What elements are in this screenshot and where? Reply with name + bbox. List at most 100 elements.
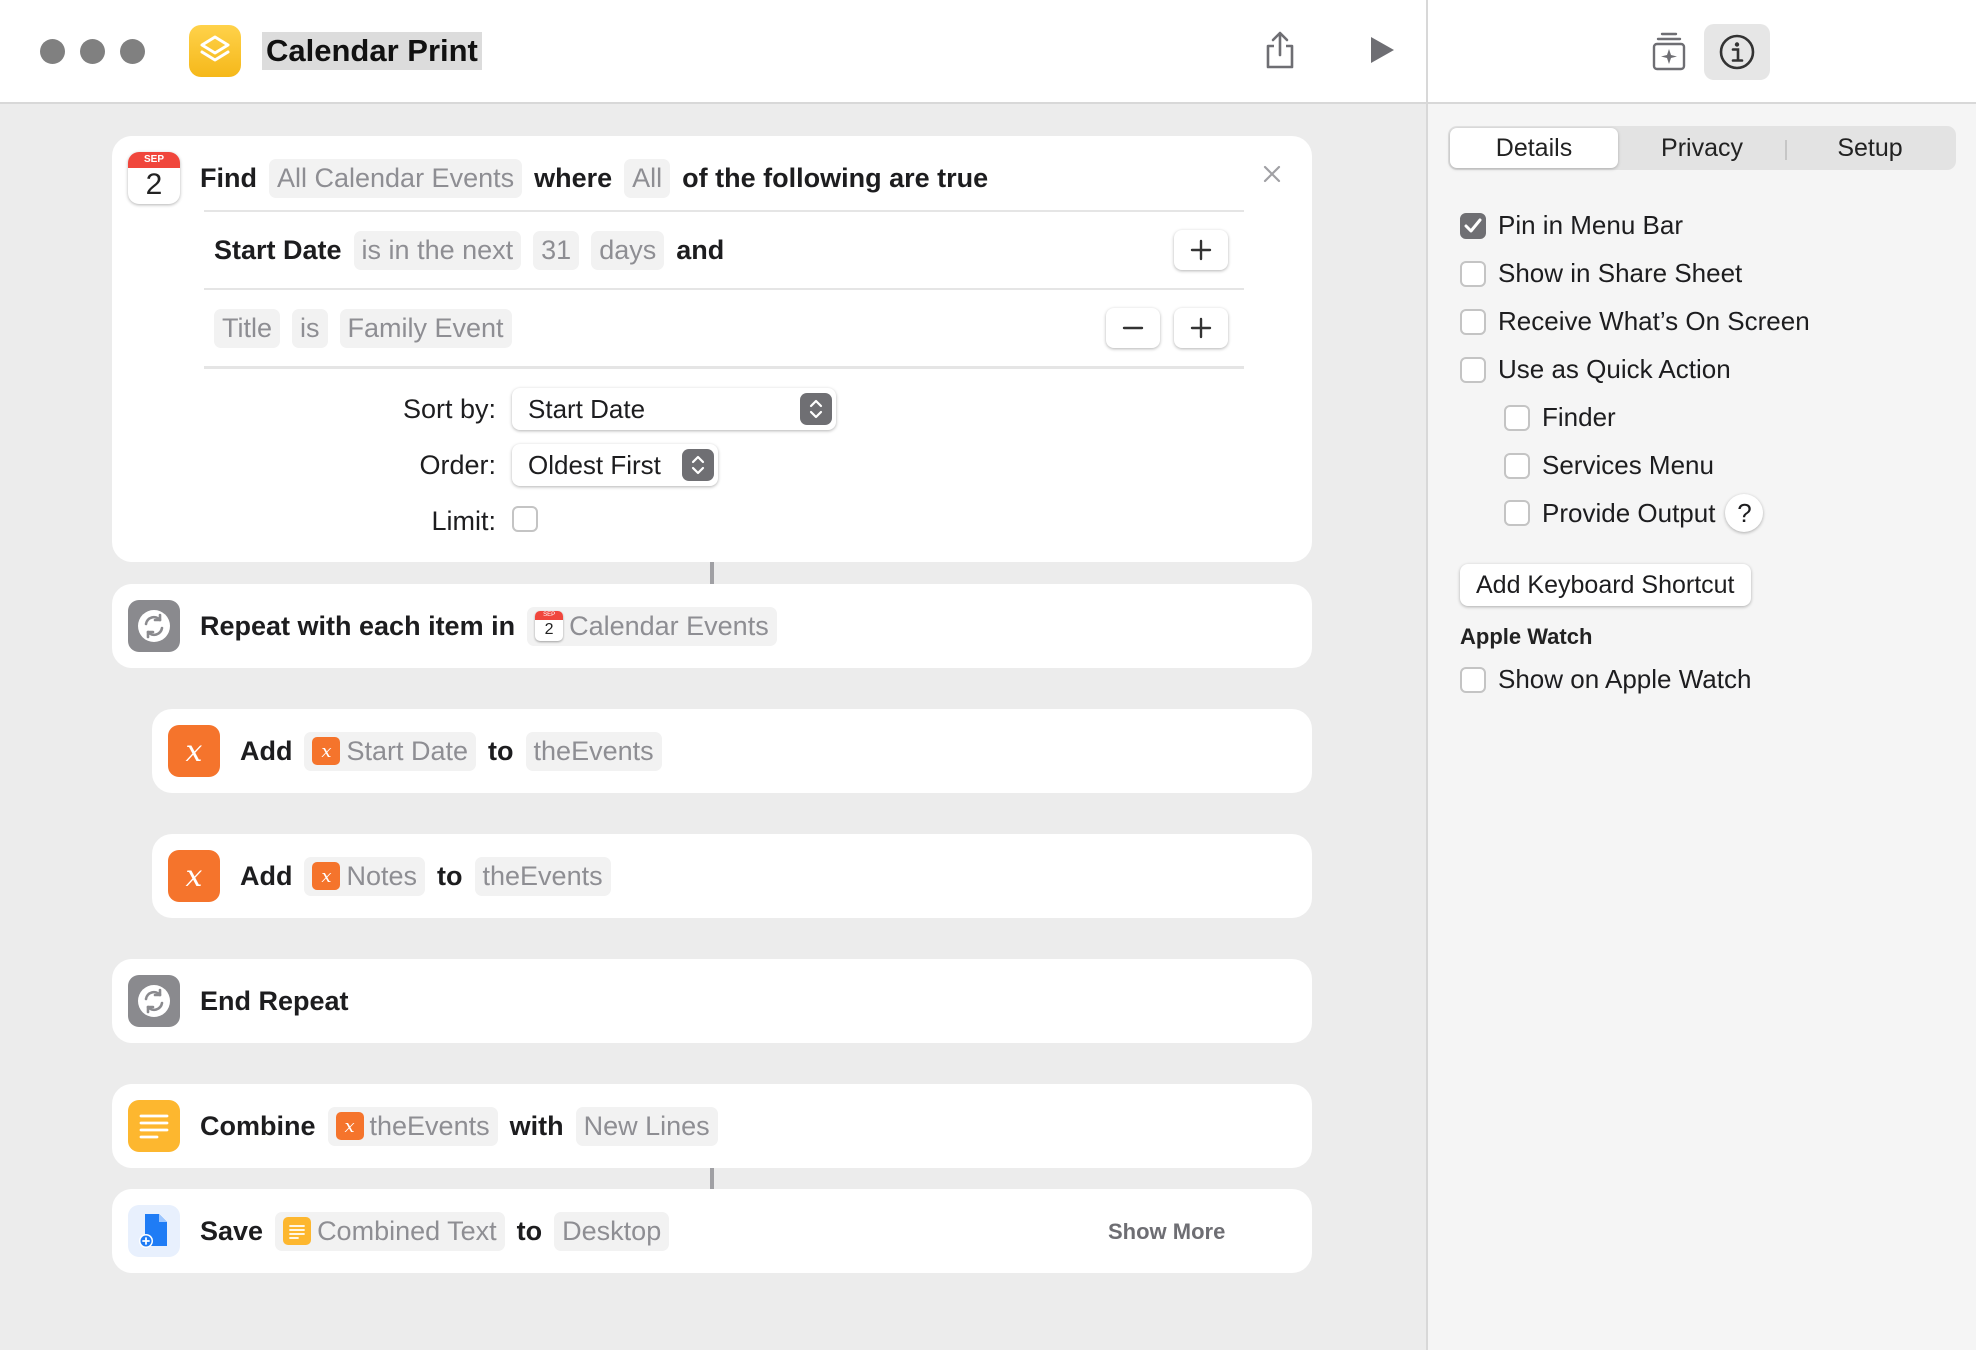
text-lines-icon bbox=[128, 1100, 180, 1152]
the-events-target[interactable]: theEvents bbox=[525, 731, 662, 771]
filter-row-2: Title is Family Event bbox=[214, 306, 524, 350]
repeat-row: Repeat with each item in SEP 2 Calendar … bbox=[200, 604, 789, 648]
checkbox[interactable] bbox=[1460, 356, 1486, 383]
add-action-icon bbox=[1652, 32, 1686, 71]
save-row: Save Combined Text to Desktop bbox=[200, 1209, 681, 1253]
share-icon bbox=[1266, 31, 1294, 69]
receive-whats-on-screen-option[interactable]: Receive What’s On Screen bbox=[1460, 306, 1810, 337]
order-popup[interactable]: Oldest First bbox=[512, 444, 718, 486]
add-to-variable-action-1[interactable]: x Add x Start Date to theEvents bbox=[152, 709, 1312, 793]
variable-icon: x bbox=[335, 1112, 364, 1140]
play-icon bbox=[1371, 37, 1394, 63]
limit-checkbox[interactable] bbox=[512, 506, 538, 532]
notes-variable[interactable]: x Notes bbox=[304, 856, 426, 896]
info-icon bbox=[1719, 34, 1755, 70]
the-events-variable[interactable]: x theEvents bbox=[327, 1106, 498, 1146]
operator-token[interactable]: is bbox=[292, 308, 328, 348]
tab-details[interactable]: Details bbox=[1450, 128, 1618, 168]
variable-icon: x bbox=[312, 862, 341, 890]
calendar-icon: SEP 2 bbox=[128, 152, 180, 204]
start-date-variable[interactable]: x Start Date bbox=[304, 731, 477, 771]
field-token[interactable]: Title bbox=[214, 308, 281, 348]
destination-token[interactable]: Desktop bbox=[554, 1211, 670, 1251]
checkmark-icon bbox=[1464, 218, 1482, 232]
save-document-icon bbox=[128, 1205, 180, 1257]
end-repeat-row: End Repeat bbox=[200, 985, 349, 1016]
finder-option[interactable]: Finder bbox=[1504, 402, 1616, 433]
add-keyboard-shortcut-button[interactable]: Add Keyboard Shortcut bbox=[1460, 564, 1751, 606]
checkbox[interactable] bbox=[1460, 308, 1486, 335]
chevron-updown-icon bbox=[682, 449, 714, 481]
checkbox[interactable] bbox=[1460, 666, 1486, 693]
tab-setup[interactable]: Setup bbox=[1786, 128, 1954, 168]
info-button[interactable] bbox=[1704, 24, 1770, 80]
save-file-action[interactable]: Save Combined Text to Desktop Show More bbox=[112, 1189, 1312, 1273]
add-row-1: Add x Start Date to theEvents bbox=[240, 729, 674, 773]
show-in-share-sheet-option[interactable]: Show in Share Sheet bbox=[1460, 258, 1742, 289]
combine-row: Combine x theEvents with New Lines bbox=[200, 1104, 730, 1148]
checkbox[interactable] bbox=[1504, 404, 1530, 431]
sidebar-toolbar bbox=[1426, 0, 1976, 104]
pin-in-menu-bar-option[interactable]: Pin in Menu Bar bbox=[1460, 210, 1683, 241]
remove-filter-button[interactable] bbox=[1106, 308, 1160, 348]
add-to-variable-action-2[interactable]: x Add x Notes to theEvents bbox=[152, 834, 1312, 918]
plus-icon bbox=[1190, 317, 1212, 339]
remove-action-icon[interactable] bbox=[1262, 158, 1282, 192]
shortcuts-app-icon bbox=[189, 25, 241, 77]
operator-token[interactable]: is in the next bbox=[353, 230, 522, 270]
tab-privacy[interactable]: Privacy bbox=[1618, 128, 1787, 168]
help-button[interactable]: ? bbox=[1725, 494, 1764, 532]
text-lines-icon bbox=[283, 1217, 312, 1245]
calendar-events-variable[interactable]: SEP 2 Calendar Events bbox=[527, 606, 777, 646]
plus-icon bbox=[1190, 239, 1212, 261]
minimize-window-button[interactable] bbox=[80, 39, 105, 64]
checkbox[interactable] bbox=[1460, 260, 1486, 287]
calendar-icon: SEP 2 bbox=[535, 611, 564, 641]
variable-icon: x bbox=[312, 737, 341, 765]
checkbox[interactable] bbox=[1504, 452, 1530, 479]
find-events-action[interactable]: SEP 2 Find All Calendar Events where All… bbox=[112, 136, 1312, 562]
repeat-icon bbox=[128, 975, 180, 1027]
action-library-button[interactable] bbox=[1636, 24, 1702, 80]
sidebar-tabs: Details Privacy Setup bbox=[1448, 126, 1956, 170]
separator-token[interactable]: New Lines bbox=[575, 1106, 718, 1146]
shortcut-title[interactable]: Calendar Print bbox=[262, 32, 482, 70]
apple-watch-heading: Apple Watch bbox=[1460, 624, 1593, 649]
value-token[interactable]: Family Event bbox=[339, 308, 512, 348]
add-filter-button[interactable] bbox=[1174, 230, 1228, 270]
quantifier-token[interactable]: All bbox=[624, 158, 671, 198]
share-button[interactable] bbox=[1256, 26, 1304, 74]
sort-by-label: Sort by: bbox=[402, 394, 496, 424]
checkbox[interactable] bbox=[1504, 500, 1530, 526]
details-sidebar: Details Privacy Setup Pin in Menu Bar Sh… bbox=[1426, 104, 1976, 1350]
show-more-button[interactable]: Show More bbox=[1108, 1219, 1225, 1245]
unit-token[interactable]: days bbox=[591, 230, 665, 270]
add-row-2: Add x Notes to theEvents bbox=[240, 854, 623, 898]
find-header-row: Find All Calendar Events where All of th… bbox=[200, 156, 1000, 200]
repeat-action[interactable]: Repeat with each item in SEP 2 Calendar … bbox=[112, 584, 1312, 668]
source-token[interactable]: All Calendar Events bbox=[268, 158, 523, 198]
show-on-apple-watch-option[interactable]: Show on Apple Watch bbox=[1460, 664, 1751, 695]
combined-text-variable[interactable]: Combined Text bbox=[275, 1211, 505, 1251]
repeat-icon bbox=[128, 600, 180, 652]
close-window-button[interactable] bbox=[40, 39, 65, 64]
variable-icon: x bbox=[168, 850, 220, 902]
sort-by-popup[interactable]: Start Date bbox=[512, 388, 836, 430]
chevron-updown-icon bbox=[800, 393, 832, 425]
value-token[interactable]: 31 bbox=[533, 230, 580, 270]
add-filter-button[interactable] bbox=[1174, 308, 1228, 348]
combine-text-action[interactable]: Combine x theEvents with New Lines bbox=[112, 1084, 1312, 1168]
use-as-quick-action-option[interactable]: Use as Quick Action bbox=[1460, 354, 1731, 385]
minus-icon bbox=[1122, 326, 1144, 330]
title-bar: Calendar Print bbox=[0, 0, 1426, 104]
order-label: Order: bbox=[419, 450, 496, 480]
the-events-target[interactable]: theEvents bbox=[474, 856, 611, 896]
provide-output-option[interactable]: Provide Output ? bbox=[1504, 494, 1764, 532]
variable-icon: x bbox=[168, 725, 220, 777]
checkbox-checked[interactable] bbox=[1460, 212, 1486, 239]
services-menu-option[interactable]: Services Menu bbox=[1504, 450, 1714, 481]
run-button[interactable] bbox=[1358, 26, 1406, 74]
layers-icon bbox=[200, 35, 230, 62]
end-repeat-action[interactable]: End Repeat bbox=[112, 959, 1312, 1043]
zoom-window-button[interactable] bbox=[120, 39, 145, 64]
